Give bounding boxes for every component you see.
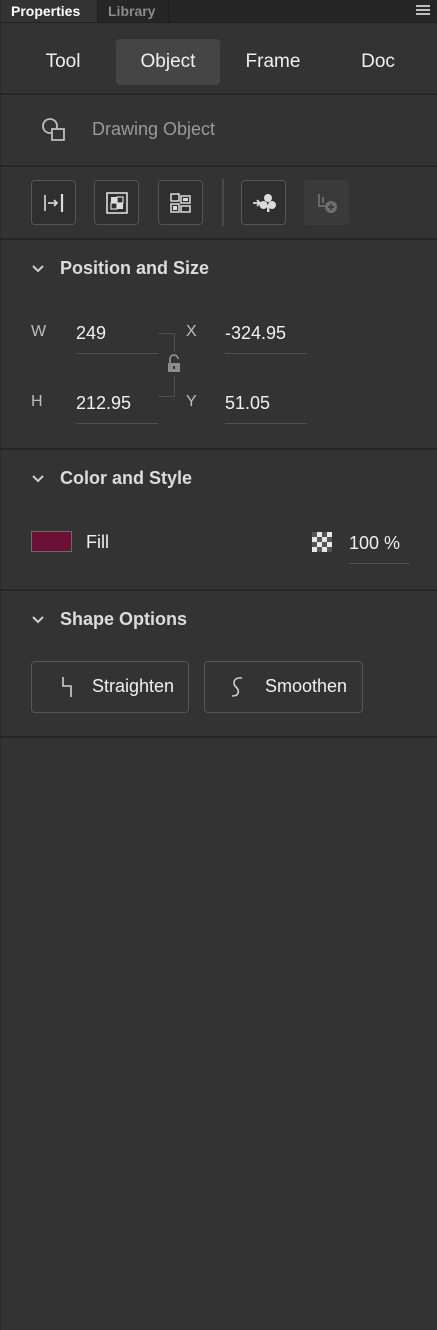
height-label: H bbox=[31, 393, 43, 410]
chevron-down-icon bbox=[32, 475, 44, 483]
smoothen-button[interactable]: Smoothen bbox=[204, 661, 363, 713]
position-size-section: Position and Size W 249 H 212.95 X -324.… bbox=[1, 240, 437, 450]
align-icon bbox=[44, 194, 64, 212]
convert-to-symbol-button[interactable] bbox=[241, 180, 286, 225]
straighten-label: Straighten bbox=[92, 676, 175, 696]
panel-menu-icon[interactable] bbox=[416, 5, 430, 17]
group-icon bbox=[170, 193, 191, 213]
object-type-label: Drawing Object bbox=[92, 119, 216, 139]
height-field[interactable]: 212.95 bbox=[76, 391, 158, 424]
tab-doc[interactable]: Doc bbox=[334, 39, 422, 85]
tab-properties[interactable]: Properties bbox=[1, 0, 97, 22]
add-to-library-button[interactable] bbox=[304, 180, 349, 225]
group-button[interactable] bbox=[158, 180, 203, 225]
break-apart-icon bbox=[106, 192, 128, 214]
align-button[interactable] bbox=[31, 180, 76, 225]
smoothen-icon bbox=[231, 677, 243, 697]
position-size-title: Position and Size bbox=[60, 258, 210, 278]
properties-panel: Properties Library Tool Object Frame Doc… bbox=[0, 0, 437, 1330]
tab-library[interactable]: Library bbox=[97, 0, 169, 22]
x-field[interactable]: -324.95 bbox=[225, 321, 307, 354]
constrain-link-bottom bbox=[158, 376, 175, 397]
mode-tab-bar: Tool Object Frame Doc bbox=[1, 22, 437, 95]
color-style-title: Color and Style bbox=[60, 468, 193, 488]
break-apart-button[interactable] bbox=[94, 180, 139, 225]
convert-to-symbol-icon bbox=[253, 194, 276, 212]
chevron-down-icon bbox=[32, 265, 44, 273]
x-label: X bbox=[186, 323, 197, 340]
object-toolbar bbox=[1, 167, 437, 240]
constrain-link-top bbox=[158, 333, 175, 352]
tab-tool[interactable]: Tool bbox=[19, 39, 107, 85]
drawing-object-icon bbox=[42, 118, 65, 141]
fill-label: Fill bbox=[86, 532, 109, 552]
straighten-icon bbox=[62, 677, 72, 697]
unlock-icon[interactable] bbox=[166, 354, 183, 374]
checkerboard-alpha-icon bbox=[312, 532, 332, 552]
smoothen-label: Smoothen bbox=[265, 676, 348, 696]
width-field[interactable]: 249 bbox=[76, 321, 158, 354]
tab-object[interactable]: Object bbox=[116, 39, 220, 85]
shape-options-section: Shape Options Straighten Smoothen bbox=[1, 591, 437, 738]
y-label: Y bbox=[186, 393, 197, 410]
color-style-section: Color and Style Fill 100 % bbox=[1, 450, 437, 591]
alpha-field[interactable]: 100 % bbox=[349, 531, 410, 564]
tab-frame[interactable]: Frame bbox=[228, 39, 318, 85]
y-field[interactable]: 51.05 bbox=[225, 391, 307, 424]
shape-options-title: Shape Options bbox=[60, 609, 188, 629]
object-type-row: Drawing Object bbox=[1, 95, 437, 167]
toolbar-divider bbox=[222, 179, 224, 226]
fill-color-swatch[interactable] bbox=[31, 531, 72, 552]
width-label: W bbox=[31, 323, 47, 340]
straighten-button[interactable]: Straighten bbox=[31, 661, 189, 713]
chevron-down-icon bbox=[32, 616, 44, 624]
panel-tab-strip: Properties Library bbox=[1, 0, 437, 23]
add-to-library-icon bbox=[318, 194, 337, 213]
